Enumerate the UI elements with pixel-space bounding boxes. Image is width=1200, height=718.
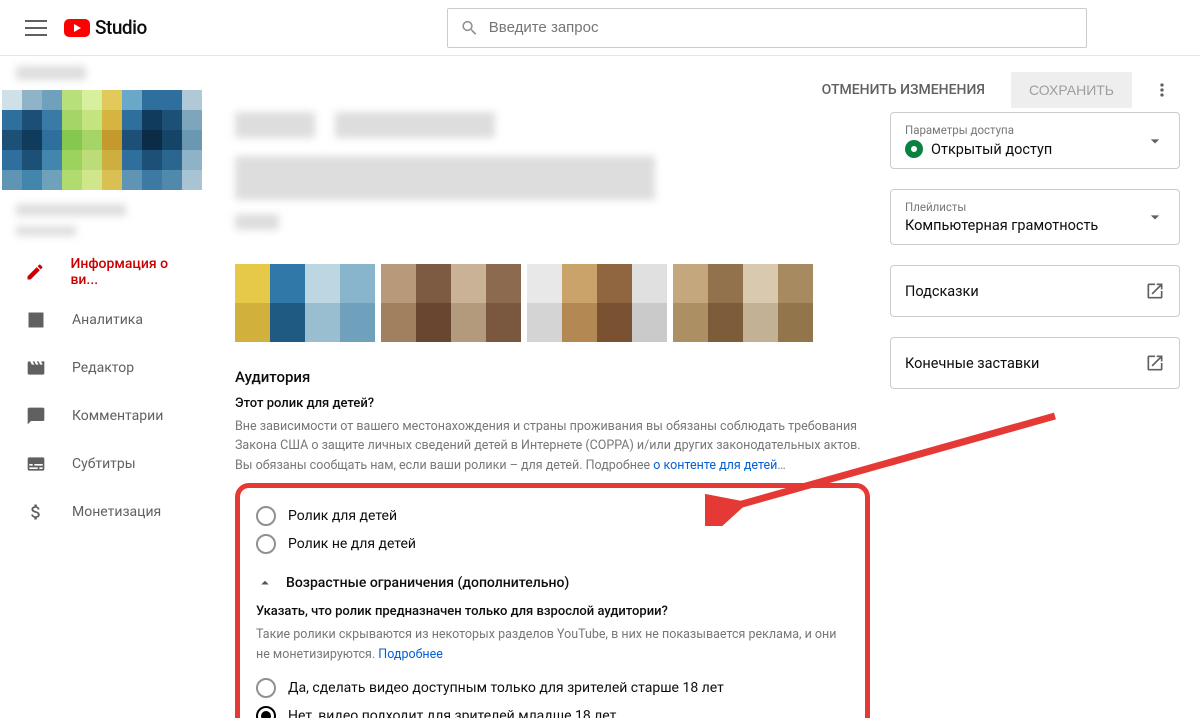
radio-label: Ролик не для детей bbox=[288, 536, 416, 552]
sidebar-item-analytics[interactable]: Аналитика bbox=[0, 296, 215, 344]
radio-icon bbox=[256, 678, 276, 698]
visibility-card[interactable]: Параметры доступа Открытый доступ bbox=[890, 112, 1180, 169]
more-options-button[interactable] bbox=[1144, 72, 1180, 108]
highlighted-section: Ролик для детей Ролик не для детей Возра… bbox=[235, 483, 870, 718]
channel-thumbnail-redacted bbox=[2, 90, 202, 190]
action-bar: ОТМЕНИТЬ ИЗМЕНЕНИЯ СОХРАНИТЬ bbox=[235, 68, 1180, 112]
open-in-new-icon bbox=[1145, 281, 1165, 301]
app-header: Studio bbox=[0, 0, 1200, 56]
radio-restrict-no[interactable]: Нет, видео подходит для зрителей младше … bbox=[256, 706, 849, 718]
coppa-link[interactable]: о контенте для детей bbox=[653, 458, 777, 473]
logo-text: Studio bbox=[95, 16, 147, 39]
visibility-public-icon bbox=[905, 140, 923, 158]
redacted-text bbox=[335, 112, 495, 138]
thumbnail-option[interactable] bbox=[673, 264, 813, 342]
radio-label: Да, сделать видео доступным только для з… bbox=[288, 680, 724, 696]
thumbnail-option[interactable] bbox=[381, 264, 521, 342]
more-vert-icon bbox=[1152, 80, 1172, 100]
audience-heading: Аудитория bbox=[235, 368, 870, 386]
sidebar-item-subtitles[interactable]: Субтитры bbox=[0, 440, 215, 488]
analytics-icon bbox=[26, 310, 46, 330]
sidebar-item-editor[interactable]: Редактор bbox=[0, 344, 215, 392]
sidebar-item-label: Субтитры bbox=[72, 456, 136, 472]
sidebar: Информация о ви... Аналитика Редактор Ко… bbox=[0, 56, 215, 718]
redacted-description bbox=[235, 156, 655, 200]
comments-icon bbox=[26, 406, 46, 426]
learn-more-link[interactable]: Подробнее bbox=[378, 647, 443, 662]
radio-label: Нет, видео подходит для зрителей младше … bbox=[288, 708, 616, 718]
cards-row[interactable]: Подсказки bbox=[890, 265, 1180, 317]
dollar-icon bbox=[26, 502, 46, 522]
redacted-text bbox=[16, 66, 86, 80]
age-restriction-expander[interactable]: Возрастные ограничения (дополнительно) bbox=[256, 574, 849, 592]
search-input[interactable] bbox=[489, 19, 1074, 36]
radio-made-for-kids-yes[interactable]: Ролик для детей bbox=[256, 506, 849, 526]
hamburger-menu-button[interactable] bbox=[16, 8, 56, 48]
audience-question: Этот ролик для детей? bbox=[235, 396, 870, 411]
radio-made-for-kids-no[interactable]: Ролик не для детей bbox=[256, 534, 849, 554]
youtube-play-icon bbox=[64, 19, 90, 37]
audience-help-text: Вне зависимости от вашего местонахождени… bbox=[235, 417, 870, 475]
youtube-studio-logo[interactable]: Studio bbox=[64, 16, 147, 39]
sidebar-item-label: Редактор bbox=[72, 360, 134, 376]
thumbnail-option[interactable] bbox=[527, 264, 667, 342]
radio-icon bbox=[256, 506, 276, 526]
radio-icon bbox=[256, 534, 276, 554]
editor-icon bbox=[26, 358, 46, 378]
chevron-down-icon bbox=[1145, 131, 1165, 151]
hamburger-icon bbox=[25, 20, 47, 36]
redacted-text bbox=[235, 214, 279, 230]
cancel-button[interactable]: ОТМЕНИТЬ ИЗМЕНЕНИЯ bbox=[808, 74, 999, 106]
endscreens-label: Конечные заставки bbox=[905, 355, 1039, 372]
endscreens-row[interactable]: Конечные заставки bbox=[890, 337, 1180, 389]
subtitles-icon bbox=[26, 454, 46, 474]
visibility-value: Открытый доступ bbox=[931, 141, 1052, 158]
pencil-icon bbox=[25, 262, 45, 282]
playlists-value: Компьютерная грамотность bbox=[905, 217, 1098, 234]
sidebar-item-label: Информация о ви... bbox=[70, 256, 191, 288]
sidebar-item-details[interactable]: Информация о ви... bbox=[0, 248, 215, 296]
sidebar-item-comments[interactable]: Комментарии bbox=[0, 392, 215, 440]
playlists-label: Плейлисты bbox=[905, 200, 1165, 214]
radio-label: Ролик для детей bbox=[288, 508, 397, 524]
redacted-text bbox=[16, 204, 126, 216]
age-restriction-help: Такие ролики скрываются из некоторых раз… bbox=[256, 625, 849, 664]
redacted-text bbox=[235, 112, 315, 138]
expander-label: Возрастные ограничения (дополнительно) bbox=[286, 575, 569, 591]
open-in-new-icon bbox=[1145, 353, 1165, 373]
redacted-text bbox=[16, 226, 76, 236]
visibility-label: Параметры доступа bbox=[905, 123, 1165, 137]
radio-icon bbox=[256, 706, 276, 718]
sidebar-item-label: Комментарии bbox=[72, 408, 163, 424]
thumbnail-option[interactable] bbox=[235, 264, 375, 342]
playlists-card[interactable]: Плейлисты Компьютерная грамотность bbox=[890, 189, 1180, 245]
thumbnail-row bbox=[235, 264, 870, 342]
chevron-down-icon bbox=[1145, 207, 1165, 227]
radio-restrict-yes[interactable]: Да, сделать видео доступным только для з… bbox=[256, 678, 849, 698]
sidebar-item-label: Монетизация bbox=[72, 504, 161, 520]
save-button[interactable]: СОХРАНИТЬ bbox=[1011, 72, 1132, 108]
search-icon bbox=[460, 18, 479, 38]
sidebar-item-monetization[interactable]: Монетизация bbox=[0, 488, 215, 536]
chevron-up-icon bbox=[256, 574, 274, 592]
age-restriction-question: Указать, что ролик предназначен только д… bbox=[256, 604, 849, 619]
cards-label: Подсказки bbox=[905, 283, 979, 300]
search-box[interactable] bbox=[447, 8, 1087, 48]
sidebar-item-label: Аналитика bbox=[72, 312, 143, 328]
